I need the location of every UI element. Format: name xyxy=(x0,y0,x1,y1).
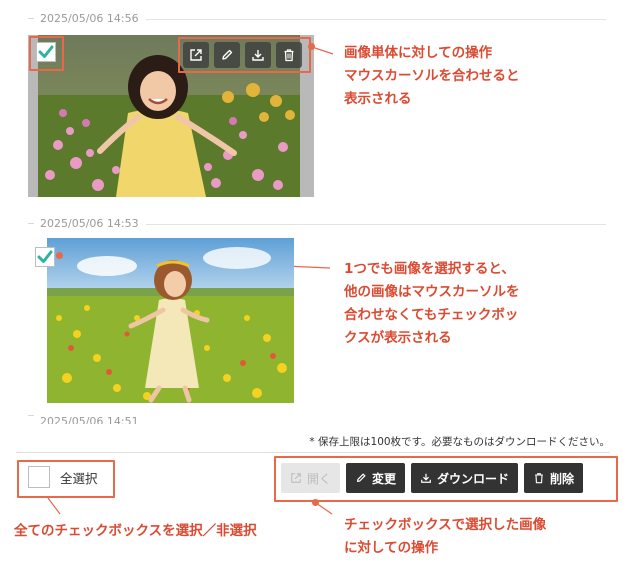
annotation-line: 合わせなくてもチェックボッ xyxy=(344,307,519,323)
timestamp: 2025/05/06 14:51 xyxy=(28,415,139,424)
timestamp-text: 2025/05/06 14:53 xyxy=(40,217,139,230)
download-icon xyxy=(421,473,431,483)
bulk-edit-label: 変更 xyxy=(372,471,397,486)
image-checkbox-2[interactable] xyxy=(35,247,55,267)
footer-divider xyxy=(16,452,610,453)
select-all-checkbox[interactable] xyxy=(28,466,50,488)
pencil-icon xyxy=(356,473,366,483)
photo-girl-meadow xyxy=(47,238,294,403)
timestamp-text: 2025/05/06 14:51 xyxy=(40,415,139,424)
divider xyxy=(146,224,606,225)
bulk-delete-button[interactable]: 削除 xyxy=(524,463,584,493)
bulk-open-button[interactable]: 開く xyxy=(281,463,341,493)
bulk-download-button[interactable]: ダウンロード xyxy=(411,463,519,493)
annotation-bulk-actions: チェックボックスで選択した画像 に対しての操作 xyxy=(344,514,546,560)
annotation-line: クスが表示される xyxy=(344,330,452,346)
callout-dot xyxy=(312,499,319,506)
callout-dot xyxy=(56,252,63,259)
annotation-checkbox: 1つでも画像を選択すると、 他の画像はマウスカーソルを 合わせなくてもチェックボ… xyxy=(344,258,520,350)
bulk-edit-button[interactable]: 変更 xyxy=(346,463,406,493)
annotation-line: 他の画像はマウスカーソルを xyxy=(344,284,520,300)
bulk-action-bar: 開く 変更 ダウンロード 削除 xyxy=(281,463,584,493)
image-thumbnail-2[interactable] xyxy=(47,238,294,403)
annotation-line: 1つでも画像を選択すると、 xyxy=(344,261,515,277)
annotation-line: 表示される xyxy=(344,91,412,107)
storage-limit-note: * 保存上限は100枚です。必要なものはダウンロードください。 xyxy=(309,436,610,448)
timestamp: 2025/05/06 14:53 xyxy=(28,217,139,230)
checkmark-icon xyxy=(37,250,53,263)
annotation-line: マウスカーソルを合わせると xyxy=(344,68,520,84)
select-all-label: 全選択 xyxy=(60,470,98,486)
bulk-download-label: ダウンロード xyxy=(437,471,510,486)
trash-icon xyxy=(535,473,543,484)
annotation-line: 画像単体に対しての操作 xyxy=(344,45,493,61)
bulk-delete-label: 削除 xyxy=(550,471,575,486)
annotation-hover-tools: 画像単体に対しての操作 マウスカーソルを合わせると 表示される xyxy=(344,42,520,111)
select-all[interactable]: 全選択 xyxy=(28,466,98,488)
bulk-open-label: 開く xyxy=(307,471,332,486)
annotation-select-all: 全てのチェックボックスを選択／非選択 xyxy=(14,523,257,539)
open-external-icon xyxy=(291,473,301,483)
annotation-line: に対しての操作 xyxy=(344,540,439,556)
annotation-line: チェックボックスで選択した画像 xyxy=(344,517,547,533)
